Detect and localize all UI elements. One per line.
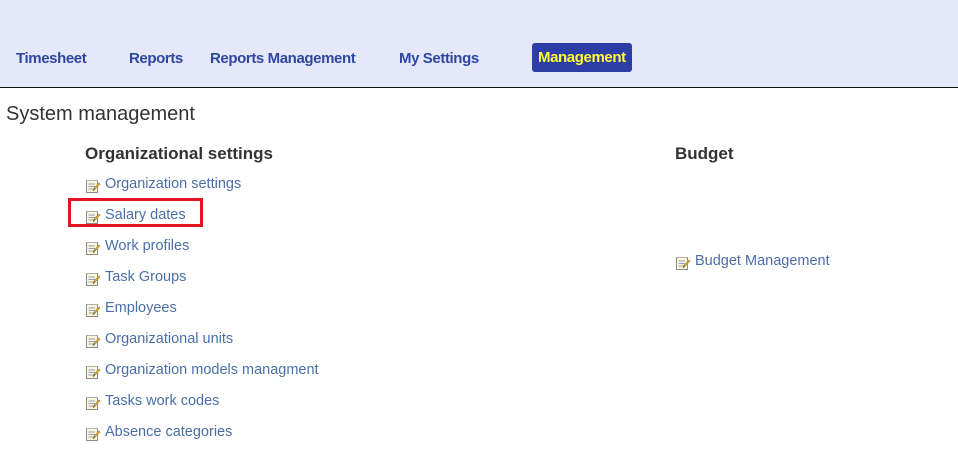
link-organization-settings[interactable]: Organization settings (85, 174, 241, 194)
link-label: Organizational units (105, 331, 234, 347)
link-employees[interactable]: Employees (85, 298, 177, 318)
link-label: Tasks work codes (105, 393, 220, 409)
link-label: Work profiles (105, 238, 190, 254)
link-label: Absence categories (105, 424, 233, 440)
nav-timesheet[interactable]: Timesheet (16, 49, 87, 68)
link-budget-management[interactable]: Budget Management (675, 251, 830, 271)
link-tasks-work-codes[interactable]: Tasks work codes (85, 391, 219, 411)
link-label: Organization settings (105, 176, 242, 192)
organizational-settings-heading: Organizational settings (85, 144, 273, 163)
link-work-profiles[interactable]: Work profiles (85, 236, 189, 256)
edit-note-icon (85, 395, 101, 411)
budget-heading: Budget (675, 144, 734, 163)
edit-note-icon (85, 364, 101, 380)
link-label: Budget Management (695, 253, 830, 269)
link-label: Employees (105, 300, 177, 316)
edit-note-icon (675, 255, 691, 271)
link-organizational-units[interactable]: Organizational units (85, 329, 233, 349)
link-task-groups[interactable]: Task Groups (85, 267, 186, 287)
edit-note-icon (85, 240, 101, 256)
edit-note-icon (85, 333, 101, 349)
highlight-box (68, 198, 203, 227)
link-absence-categories[interactable]: Absence categories (85, 422, 232, 442)
edit-note-icon (85, 426, 101, 442)
page-title: System management (6, 103, 195, 125)
link-label: Task Groups (105, 269, 187, 285)
link-label: Organization models managment (105, 362, 319, 378)
edit-note-icon (85, 271, 101, 287)
nav-reports[interactable]: Reports (129, 49, 183, 68)
nav-my-settings[interactable]: My Settings (399, 49, 479, 68)
nav-management[interactable]: Management (532, 43, 632, 72)
edit-note-icon (85, 178, 101, 194)
link-organization-models[interactable]: Organization models managment (85, 360, 319, 380)
nav-reports-management[interactable]: Reports Management (210, 49, 356, 68)
edit-note-icon (85, 302, 101, 318)
top-navigation-bar: Timesheet Reports Reports Management My … (0, 0, 958, 88)
